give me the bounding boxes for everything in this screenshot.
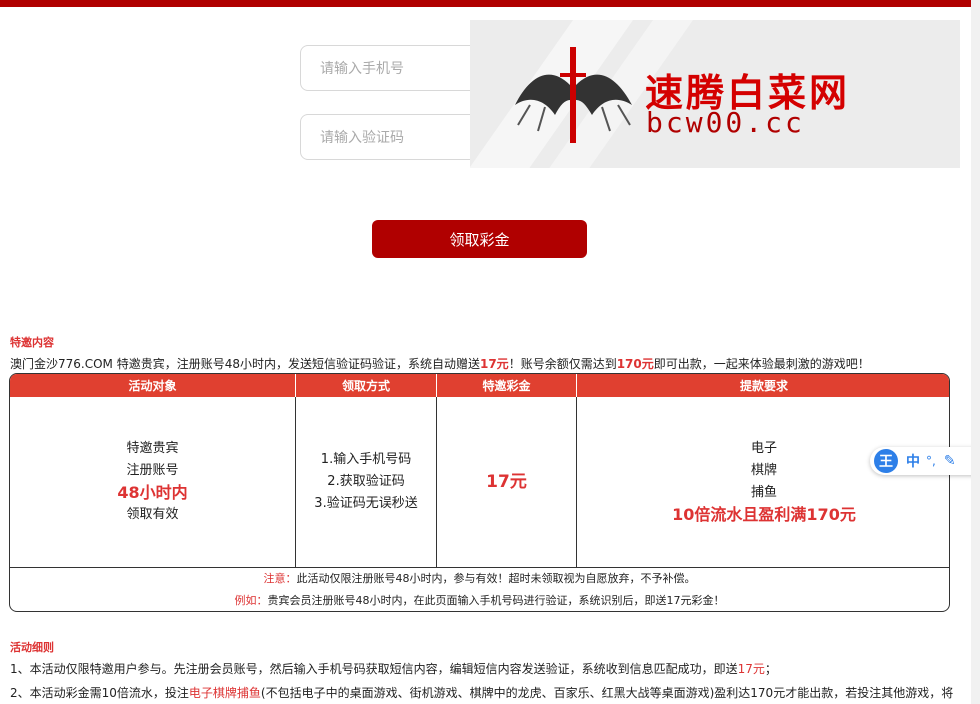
ime-toolbar[interactable]: 王 中 °, ✎ — [870, 447, 980, 475]
banner-domain: bcw00.cc — [646, 106, 805, 139]
rule-item-1: 1、本活动仅限特邀用户参与。先注册会员账号，然后输入手机号码获取短信内容，编辑短… — [10, 662, 777, 676]
header-target: 活动对象 — [10, 374, 296, 397]
table-notes: 注意：此活动仅限注册账号48小时内，参与有效！超时未领取视为自愿放弃，不予补偿。… — [10, 567, 949, 611]
ime-language-toggle[interactable]: 中 — [906, 451, 920, 471]
claim-bonus-button[interactable]: 领取彩金 — [372, 220, 587, 258]
rule-item-2: 2、本活动彩金需10倍流水，投注电子棋牌捕鱼(不包括电子中的桌面游戏、街机游戏、… — [10, 686, 954, 700]
invite-section-title: 特邀内容 — [10, 336, 54, 349]
header-bonus: 特邀彩金 — [437, 374, 577, 397]
cell-method: 1.输入手机号码 2.获取验证码 3.验证码无误秒送 — [296, 397, 437, 567]
invite-intro: 澳门金沙776.COM 特邀贵宾，注册账号48小时内，发送短信验证码验证，系统自… — [10, 357, 870, 371]
top-accent-bar — [0, 0, 980, 7]
note-line: 注意：此活动仅限注册账号48小时内，参与有效！超时未领取视为自愿放弃，不予补偿。 — [263, 572, 696, 585]
example-line: 例如：贵宾会员注册账号48小时内，在此页面输入手机号码进行验证，系统识别后，即送… — [234, 594, 725, 607]
table-header: 活动对象 领取方式 特邀彩金 提款要求 — [10, 374, 949, 397]
site-banner[interactable]: 速腾白菜网 bcw00.cc — [470, 20, 960, 168]
header-withdraw: 提款要求 — [739, 379, 788, 393]
ime-handwriting-icon[interactable]: ✎ — [944, 453, 956, 469]
cell-bonus: 17元 — [437, 397, 577, 567]
rules-section-title: 活动细则 — [10, 641, 54, 654]
dragon-sword-logo — [515, 47, 632, 143]
cell-withdraw: 电子 棋牌 捕鱼 10倍流水且盈利满170元 — [672, 441, 856, 524]
ime-logo-icon[interactable]: 王 — [874, 449, 898, 473]
page-scrollbar[interactable] — [971, 0, 980, 704]
cell-target: 特邀贵宾 注册账号 48小时内 领取有效 — [10, 397, 296, 567]
header-method: 领取方式 — [296, 374, 437, 397]
ime-punctuation-icon[interactable]: °, — [926, 454, 936, 468]
promotion-table: 活动对象 领取方式 特邀彩金 提款要求 特邀贵宾 注册账号 48小时内 领取有效… — [9, 373, 950, 612]
